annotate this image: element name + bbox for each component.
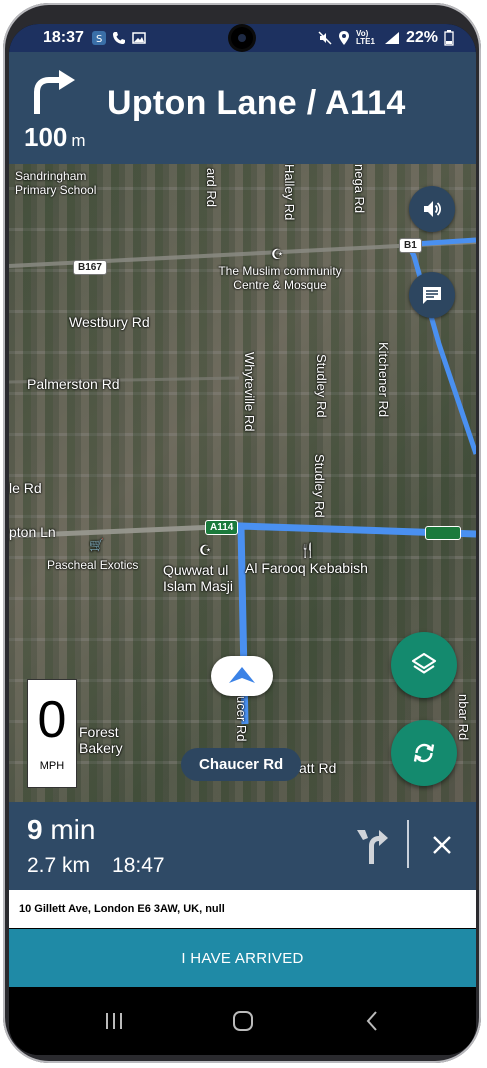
sound-toggle-button[interactable] bbox=[409, 186, 455, 232]
back-icon bbox=[366, 1011, 377, 1031]
distance-value: 100 bbox=[24, 122, 68, 152]
system-navigation-bar bbox=[9, 987, 476, 1055]
status-time: 18:37 bbox=[43, 29, 84, 46]
map-label-studley-1: Studley Rd bbox=[314, 354, 329, 418]
status-right: Vo) LTE1 22% bbox=[318, 29, 454, 47]
mosque-icon-2: ☪ bbox=[199, 542, 212, 558]
arrival-time: 18:47 bbox=[112, 854, 165, 877]
map-label-quwwat: Quwwat ul Islam Masji bbox=[163, 562, 234, 594]
map-label-whyteville: Whyteville Rd bbox=[242, 352, 257, 432]
signal-icon bbox=[384, 32, 399, 44]
speed-unit: MPH bbox=[39, 760, 65, 772]
map-label-studley-2: Studley Rd bbox=[312, 454, 327, 518]
message-icon bbox=[423, 287, 441, 304]
map-label-forest-bakery: Forest Bakery bbox=[79, 724, 123, 756]
map-label-chaucer-vertical: ucer Rd bbox=[234, 696, 249, 742]
trip-info-bar: 9 min 2.7 km 18:47 bbox=[9, 802, 476, 890]
image-icon bbox=[132, 32, 146, 44]
road-shield-b1: B1 bbox=[399, 238, 422, 253]
duration-value: 9 bbox=[27, 814, 43, 845]
map-layers-button[interactable] bbox=[391, 632, 457, 698]
trip-details: 2.7 km 18:47 bbox=[27, 854, 165, 878]
front-camera bbox=[231, 27, 253, 49]
back-button[interactable] bbox=[352, 1001, 392, 1041]
status-left-icons: S bbox=[91, 31, 146, 45]
restaurant-icon: 🍴 bbox=[299, 542, 317, 558]
app-notification-icon: S bbox=[91, 31, 106, 45]
mosque-icon: ☪ bbox=[271, 246, 284, 262]
recenter-rotate-button[interactable] bbox=[391, 720, 457, 786]
map-label-palmerston: Palmerston Rd bbox=[27, 376, 120, 392]
mute-icon bbox=[318, 31, 332, 45]
map-label-kitchener: Kitchener Rd bbox=[376, 342, 391, 418]
layers-icon bbox=[411, 652, 437, 674]
sync-icon bbox=[413, 743, 435, 763]
network-label: Vo) LTE1 bbox=[355, 29, 375, 46]
trip-bar-divider bbox=[407, 820, 409, 868]
turn-right-icon bbox=[34, 70, 75, 114]
duration-unit: min bbox=[50, 814, 96, 845]
map-label-alfarooq: Al Farooq Kebabish bbox=[245, 560, 368, 576]
report-message-button[interactable] bbox=[409, 272, 455, 318]
home-button[interactable] bbox=[223, 1001, 263, 1041]
i-have-arrived-button[interactable]: I HAVE ARRIVED bbox=[9, 929, 476, 987]
road-shield-b167: B167 bbox=[73, 260, 107, 275]
recent-apps-icon bbox=[105, 1013, 122, 1029]
destination-address: 10 Gillett Ave, London E6 3AW, UK, null bbox=[9, 890, 476, 928]
map-label-sandringham: Sandringham Primary School bbox=[15, 169, 97, 197]
next-street-name: Upton Lane / A114 bbox=[107, 84, 406, 122]
route-line bbox=[237, 522, 476, 725]
map-label-att-rd: att Rd bbox=[299, 760, 337, 776]
current-street-label: Chaucer Rd bbox=[181, 748, 302, 781]
battery-percent: 22% bbox=[405, 29, 438, 46]
current-position-marker bbox=[211, 656, 273, 696]
remaining-distance: 2.7 km bbox=[27, 854, 91, 877]
speed-indicator: 0 MPH bbox=[27, 679, 77, 788]
navigation-arrow-icon bbox=[229, 667, 255, 683]
map-label-le-rd: le Rd bbox=[9, 480, 42, 496]
map-label-pascheal: Pascheal Exotics bbox=[47, 558, 139, 572]
map-label-bar-rd: nbar Rd bbox=[456, 694, 471, 741]
distance-unit: m bbox=[71, 131, 86, 150]
map-label-muslim-centre: The Muslim community Centre & Mosque bbox=[218, 264, 342, 292]
home-icon bbox=[232, 1011, 253, 1031]
shop-icon: 🛒 bbox=[89, 538, 104, 552]
alternate-route-button[interactable] bbox=[355, 824, 389, 864]
map-view[interactable]: Sandringham Primary School The Muslim co… bbox=[9, 164, 476, 802]
map-label-halley: Halley Rd bbox=[282, 164, 297, 221]
volume-icon bbox=[424, 201, 442, 217]
road-shield-a114: A114 bbox=[205, 520, 239, 535]
speed-value: 0 bbox=[37, 691, 67, 749]
trip-duration: 9 min bbox=[27, 814, 95, 846]
svg-text:S: S bbox=[96, 34, 102, 45]
phone-icon bbox=[112, 32, 125, 44]
status-bar: 18:37 S Vo) LTE1 22% bbox=[9, 24, 476, 52]
location-icon bbox=[338, 31, 349, 45]
map-label-gard: ard Rd bbox=[204, 168, 219, 208]
screen: 18:37 S Vo) LTE1 22% 100 m Upton Lane / A… bbox=[9, 24, 476, 1055]
recent-apps-button[interactable] bbox=[94, 1001, 134, 1041]
navigation-header: 100 m Upton Lane / A114 bbox=[9, 52, 476, 164]
close-navigation-icon[interactable] bbox=[429, 832, 455, 858]
map-label-nega: nega Rd bbox=[352, 164, 367, 214]
road-shield-right bbox=[425, 526, 461, 540]
map-label-westbury: Westbury Rd bbox=[69, 314, 150, 330]
map-label-upton-ln: pton Ln bbox=[9, 524, 56, 540]
battery-icon bbox=[444, 30, 454, 46]
maneuver-distance: 100 m bbox=[24, 122, 86, 153]
